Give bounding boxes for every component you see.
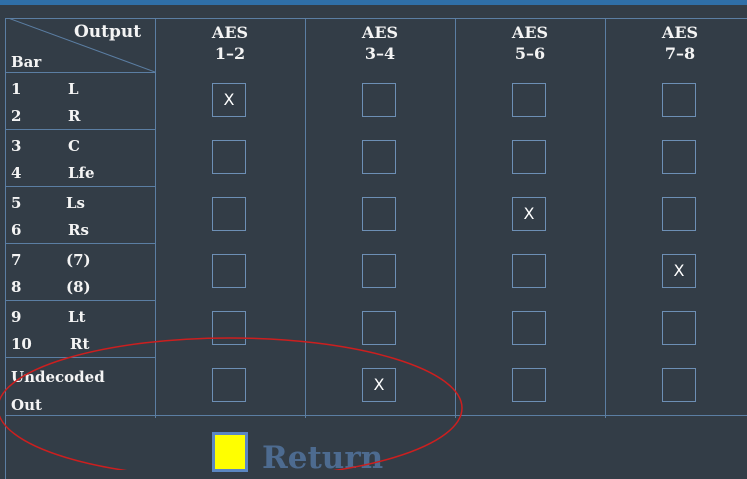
bar-number: 4 (11, 164, 22, 182)
channel-name: Lfe (68, 164, 95, 182)
routing-checkbox[interactable] (362, 140, 396, 174)
routing-checkbox[interactable]: X (362, 368, 396, 402)
routing-checkbox[interactable]: X (212, 83, 246, 117)
grid-divider (605, 18, 606, 418)
routing-checkbox[interactable] (512, 83, 546, 117)
return-button[interactable] (212, 432, 248, 472)
routing-checkbox[interactable] (512, 140, 546, 174)
bar-number: 3 (11, 137, 22, 155)
column-header-title: AES (511, 23, 549, 42)
bar-number: 7 (11, 251, 22, 269)
column-header-aes-1-2: AES 1–2 (155, 22, 305, 64)
channel-name: C (68, 137, 80, 155)
column-header-channels: 5–6 (514, 44, 546, 63)
column-header-aes-7-8: AES 7–8 (605, 22, 747, 64)
channel-name: R (68, 107, 81, 125)
routing-checkbox[interactable] (362, 83, 396, 117)
routing-checkbox[interactable] (212, 140, 246, 174)
bar-number: 10 (11, 335, 32, 353)
bar-number: 1 (11, 80, 22, 98)
row-divider (5, 357, 155, 358)
routing-checkbox[interactable] (662, 140, 696, 174)
output-header-label: Output (74, 22, 142, 42)
routing-checkbox[interactable]: X (662, 254, 696, 288)
channel-name: Rs (68, 221, 89, 239)
bar-number: 2 (11, 107, 22, 125)
column-header-channels: 7–8 (664, 44, 696, 63)
channel-name: Lt (68, 308, 86, 326)
channel-name: Rt (70, 335, 90, 353)
row-divider (5, 243, 155, 244)
channel-name: L (68, 80, 79, 98)
routing-checkbox[interactable] (212, 254, 246, 288)
routing-checkbox[interactable] (362, 197, 396, 231)
row-label-line: Undecoded (11, 368, 105, 386)
routing-checkbox[interactable] (662, 83, 696, 117)
bar-number: 9 (11, 308, 22, 326)
row-divider (5, 129, 155, 130)
routing-checkbox[interactable] (662, 368, 696, 402)
routing-checkbox[interactable] (662, 311, 696, 345)
grid-divider (155, 18, 156, 418)
routing-checkbox[interactable] (362, 254, 396, 288)
title-bar-strip (0, 0, 747, 5)
column-header-channels: 1–2 (214, 44, 246, 63)
routing-checkbox[interactable] (212, 197, 246, 231)
channel-name: (7) (66, 251, 91, 269)
row-divider (5, 186, 155, 187)
routing-checkbox[interactable] (212, 311, 246, 345)
row-divider (5, 300, 155, 301)
channel-name: Ls (66, 194, 85, 212)
bar-header-label: Bar (11, 53, 42, 71)
column-header-title: AES (361, 23, 399, 42)
routing-checkbox[interactable] (512, 254, 546, 288)
routing-checkbox[interactable] (512, 311, 546, 345)
column-header-channels: 3–4 (364, 44, 396, 63)
routing-checkbox[interactable] (362, 311, 396, 345)
routing-checkbox[interactable] (662, 197, 696, 231)
row-label-line: Out (11, 396, 42, 414)
bar-number: 5 (11, 194, 22, 212)
bar-number: 6 (11, 221, 22, 239)
column-header-aes-5-6: AES 5–6 (455, 22, 605, 64)
grid-bottom-divider (5, 415, 747, 416)
channel-name: (8) (66, 278, 91, 296)
grid-divider (455, 18, 456, 418)
column-header-title: AES (661, 23, 699, 42)
routing-checkbox[interactable]: X (512, 197, 546, 231)
row-divider (5, 72, 155, 73)
routing-checkbox[interactable] (512, 368, 546, 402)
routing-checkbox[interactable] (212, 368, 246, 402)
column-header-title: AES (211, 23, 249, 42)
return-label[interactable]: Return (262, 440, 383, 476)
grid-divider (305, 18, 306, 418)
bar-number: 8 (11, 278, 22, 296)
column-header-aes-3-4: AES 3–4 (305, 22, 455, 64)
